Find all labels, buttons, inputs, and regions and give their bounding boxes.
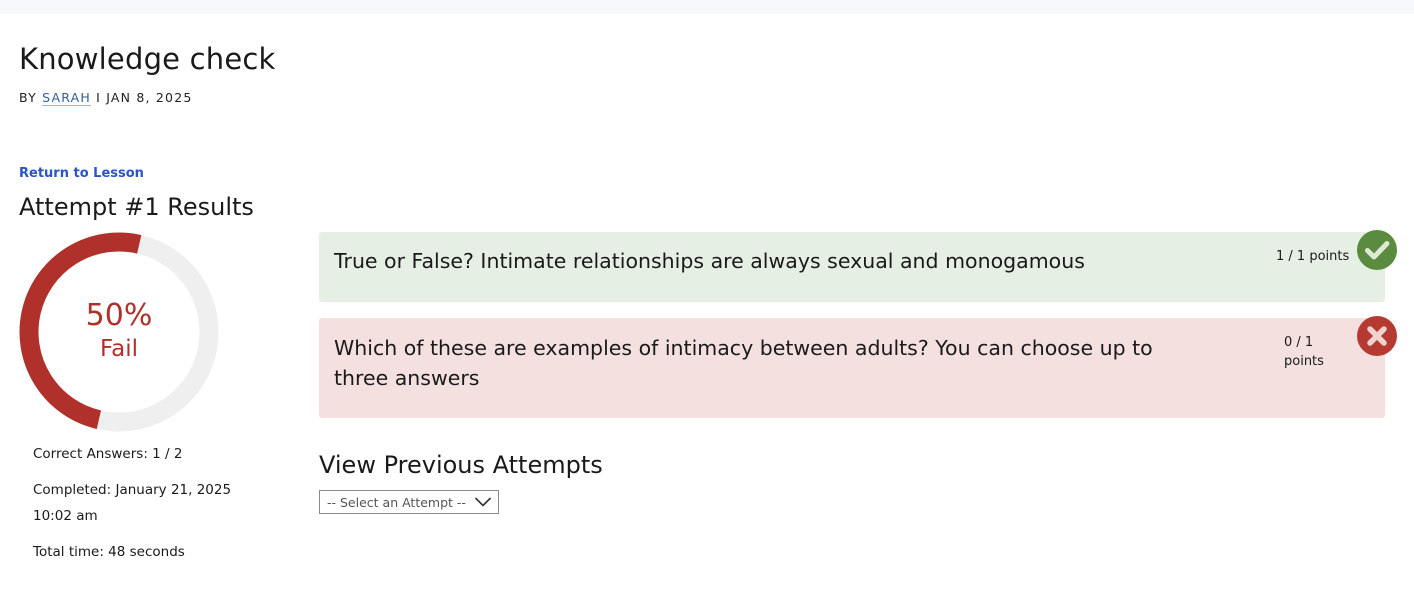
- completed-date: Completed: January 21, 2025: [33, 482, 232, 498]
- close-icon: [1357, 316, 1397, 356]
- byline: BY SARAH I JAN 8, 2025: [19, 90, 193, 105]
- results-title: Attempt #1 Results: [19, 193, 254, 221]
- author-link[interactable]: SARAH: [42, 90, 91, 105]
- question-card-correct[interactable]: True or False? Intimate relationships ar…: [319, 232, 1385, 302]
- previous-attempts-title: View Previous Attempts: [319, 451, 603, 479]
- question-text-line-1: Which of these are examples of intimacy …: [334, 336, 1153, 360]
- correct-answers: Correct Answers: 1 / 2: [33, 446, 183, 462]
- checkmark-icon: [1357, 230, 1397, 270]
- score-status: Fail: [100, 336, 138, 362]
- chevron-down-icon: [474, 497, 492, 507]
- question-points: 1 / 1 points: [1276, 249, 1350, 264]
- byline-separator: I: [96, 90, 102, 105]
- question-points-line-1: 0 / 1: [1284, 335, 1314, 350]
- attempt-select[interactable]: -- Select an Attempt --: [319, 490, 499, 514]
- publish-date: JAN 8, 2025: [106, 90, 193, 105]
- question-text-line-2: three answers: [334, 366, 480, 390]
- top-bar: [0, 0, 1414, 14]
- score-percent: 50%: [85, 298, 153, 333]
- question-card-incorrect[interactable]: Which of these are examples of intimacy …: [319, 318, 1385, 418]
- page-title: Knowledge check: [19, 42, 276, 76]
- score-display: 50% Fail: [19, 298, 219, 364]
- total-time: Total time: 48 seconds: [33, 544, 185, 560]
- attempt-select-value: -- Select an Attempt --: [327, 495, 466, 510]
- byline-prefix: BY: [19, 90, 37, 105]
- question-text: True or False? Intimate relationships ar…: [334, 249, 1085, 273]
- completed-time: 10:02 am: [33, 508, 98, 524]
- return-to-lesson-link[interactable]: Return to Lesson: [19, 166, 144, 181]
- question-points-line-2: points: [1284, 354, 1324, 369]
